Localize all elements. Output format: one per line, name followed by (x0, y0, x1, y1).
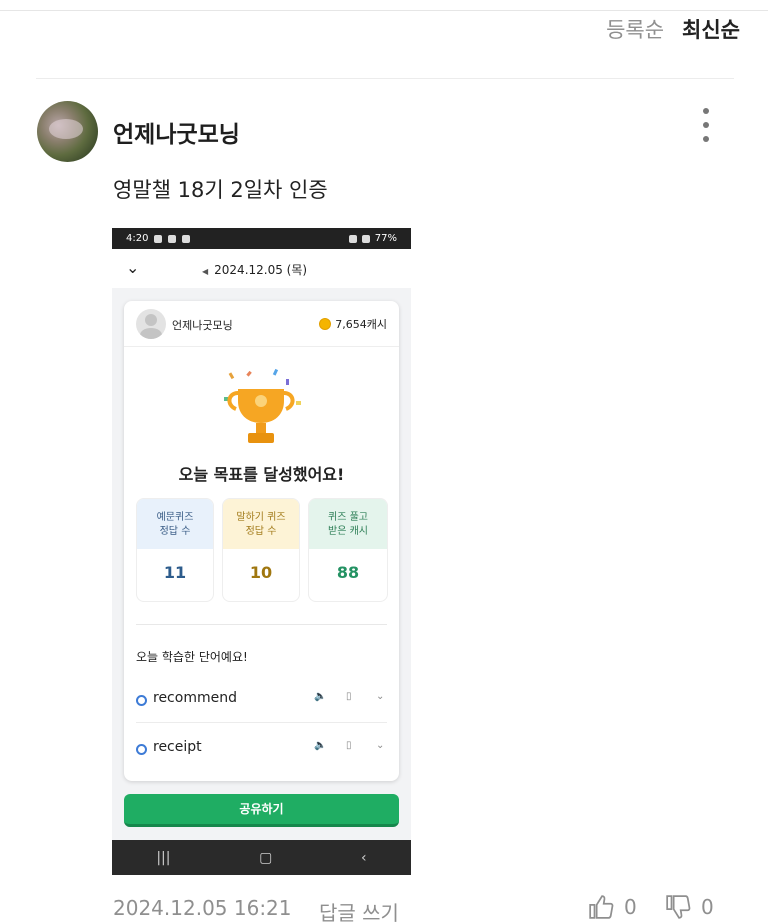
speaker-icon[interactable]: 🔈 (314, 740, 326, 751)
bookmark-icon[interactable]: ▯ (346, 740, 352, 751)
author-name[interactable]: 언제나굿모닝 (113, 115, 240, 149)
chevron-down-icon[interactable]: ⌄ (376, 691, 384, 702)
word-item[interactable]: receipt 🔈 ▯ ⌄ (136, 736, 387, 766)
app-bar: ⌄ ◀ 2024.12.05 (목) (112, 249, 411, 288)
words-title: 오늘 학습한 단어예요! (136, 650, 248, 664)
sort-by-registered[interactable]: 등록순 (606, 14, 664, 44)
card-header: 언제나굿모닝 7,654캐시 (124, 301, 399, 347)
circle-icon (136, 695, 147, 706)
stat-label: 퀴즈 풀고 받은 캐시 (309, 499, 387, 549)
cash-amount: 7,654캐시 (335, 318, 387, 331)
stat-value: 10 (249, 563, 273, 582)
back-icon[interactable]: ‹ (361, 850, 367, 866)
circle-icon (136, 744, 147, 755)
stat-card-example-quiz: 예문퀴즈 정답 수 11 (136, 498, 214, 602)
trophy-icon (224, 368, 301, 443)
more-dot-icon (703, 136, 709, 142)
dislike-count: 0 (701, 895, 714, 919)
like-count: 0 (624, 895, 637, 919)
user-avatar (136, 309, 166, 339)
reply-button[interactable]: 답글 쓰기 (319, 897, 399, 924)
more-dot-icon (703, 108, 709, 114)
stat-value: 11 (163, 563, 187, 582)
attached-screenshot[interactable]: 4:20 77% ⌄ ◀ 2024.12.05 (목) 언제나굿모닝 7,654캐… (112, 228, 411, 875)
thumbs-down-icon (666, 895, 691, 919)
battery-level: 77% (374, 233, 397, 244)
word-text: receipt (153, 739, 202, 755)
dislike-button[interactable]: 0 (665, 894, 714, 920)
word-text: recommend (153, 690, 237, 706)
more-dot-icon (703, 122, 709, 128)
notification-icon (168, 234, 177, 243)
bookmark-icon[interactable]: ▯ (346, 691, 352, 702)
stat-card-cash-earned: 퀴즈 풀고 받은 캐시 88 (308, 498, 388, 602)
sort-bar: 등록순 최신순 (606, 14, 740, 44)
card-user-name: 언제나굿모닝 (172, 319, 233, 332)
share-button[interactable]: 공유하기 (124, 794, 399, 827)
status-time: 4:20 (126, 233, 149, 244)
chevron-down-icon[interactable]: ⌄ (126, 258, 139, 277)
result-card: 언제나굿모닝 7,654캐시 오늘 목표를 달성했어요! 예문퀴즈 정답 수 1… (124, 301, 399, 781)
divider (136, 722, 387, 723)
sort-by-latest[interactable]: 최신순 (682, 14, 740, 44)
post-text: 영말챌 18기 2일차 인증 (113, 178, 328, 202)
stat-value: 88 (336, 563, 360, 582)
thumbs-up-icon (589, 895, 614, 919)
stat-label: 말하기 퀴즈 정답 수 (223, 499, 299, 549)
author-avatar[interactable] (37, 101, 98, 162)
goal-achieved-title: 오늘 목표를 달성했어요! (178, 465, 345, 484)
stat-label: 예문퀴즈 정답 수 (137, 499, 213, 549)
coin-icon (319, 318, 332, 330)
post-date: 2024.12.05 16:21 (113, 896, 292, 920)
cash-balance: 7,654캐시 (319, 316, 387, 332)
home-icon[interactable]: ▢ (259, 850, 272, 866)
date-label: 2024.12.05 (목) (214, 263, 308, 277)
divider (136, 624, 387, 625)
speaker-icon[interactable]: 🔈 (314, 691, 326, 702)
phone-nav-bar: ||| ▢ ‹ (112, 840, 411, 875)
date-selector[interactable]: ◀ 2024.12.05 (목) (202, 261, 307, 278)
top-divider (0, 10, 768, 11)
recent-apps-icon[interactable]: ||| (156, 850, 170, 866)
notification-icon (182, 234, 191, 243)
phone-status-bar: 4:20 77% (112, 228, 411, 249)
chevron-left-icon[interactable]: ◀ (202, 267, 208, 276)
stat-card-speaking-quiz: 말하기 퀴즈 정답 수 10 (222, 498, 300, 602)
header-divider (36, 78, 734, 79)
more-options-button[interactable] (696, 108, 716, 142)
like-button[interactable]: 0 (588, 894, 637, 920)
alarm-icon (348, 234, 357, 243)
wifi-icon (361, 234, 370, 243)
chevron-down-icon[interactable]: ⌄ (376, 740, 384, 751)
notification-icon (154, 234, 163, 243)
word-item[interactable]: recommend 🔈 ▯ ⌄ (136, 687, 387, 717)
